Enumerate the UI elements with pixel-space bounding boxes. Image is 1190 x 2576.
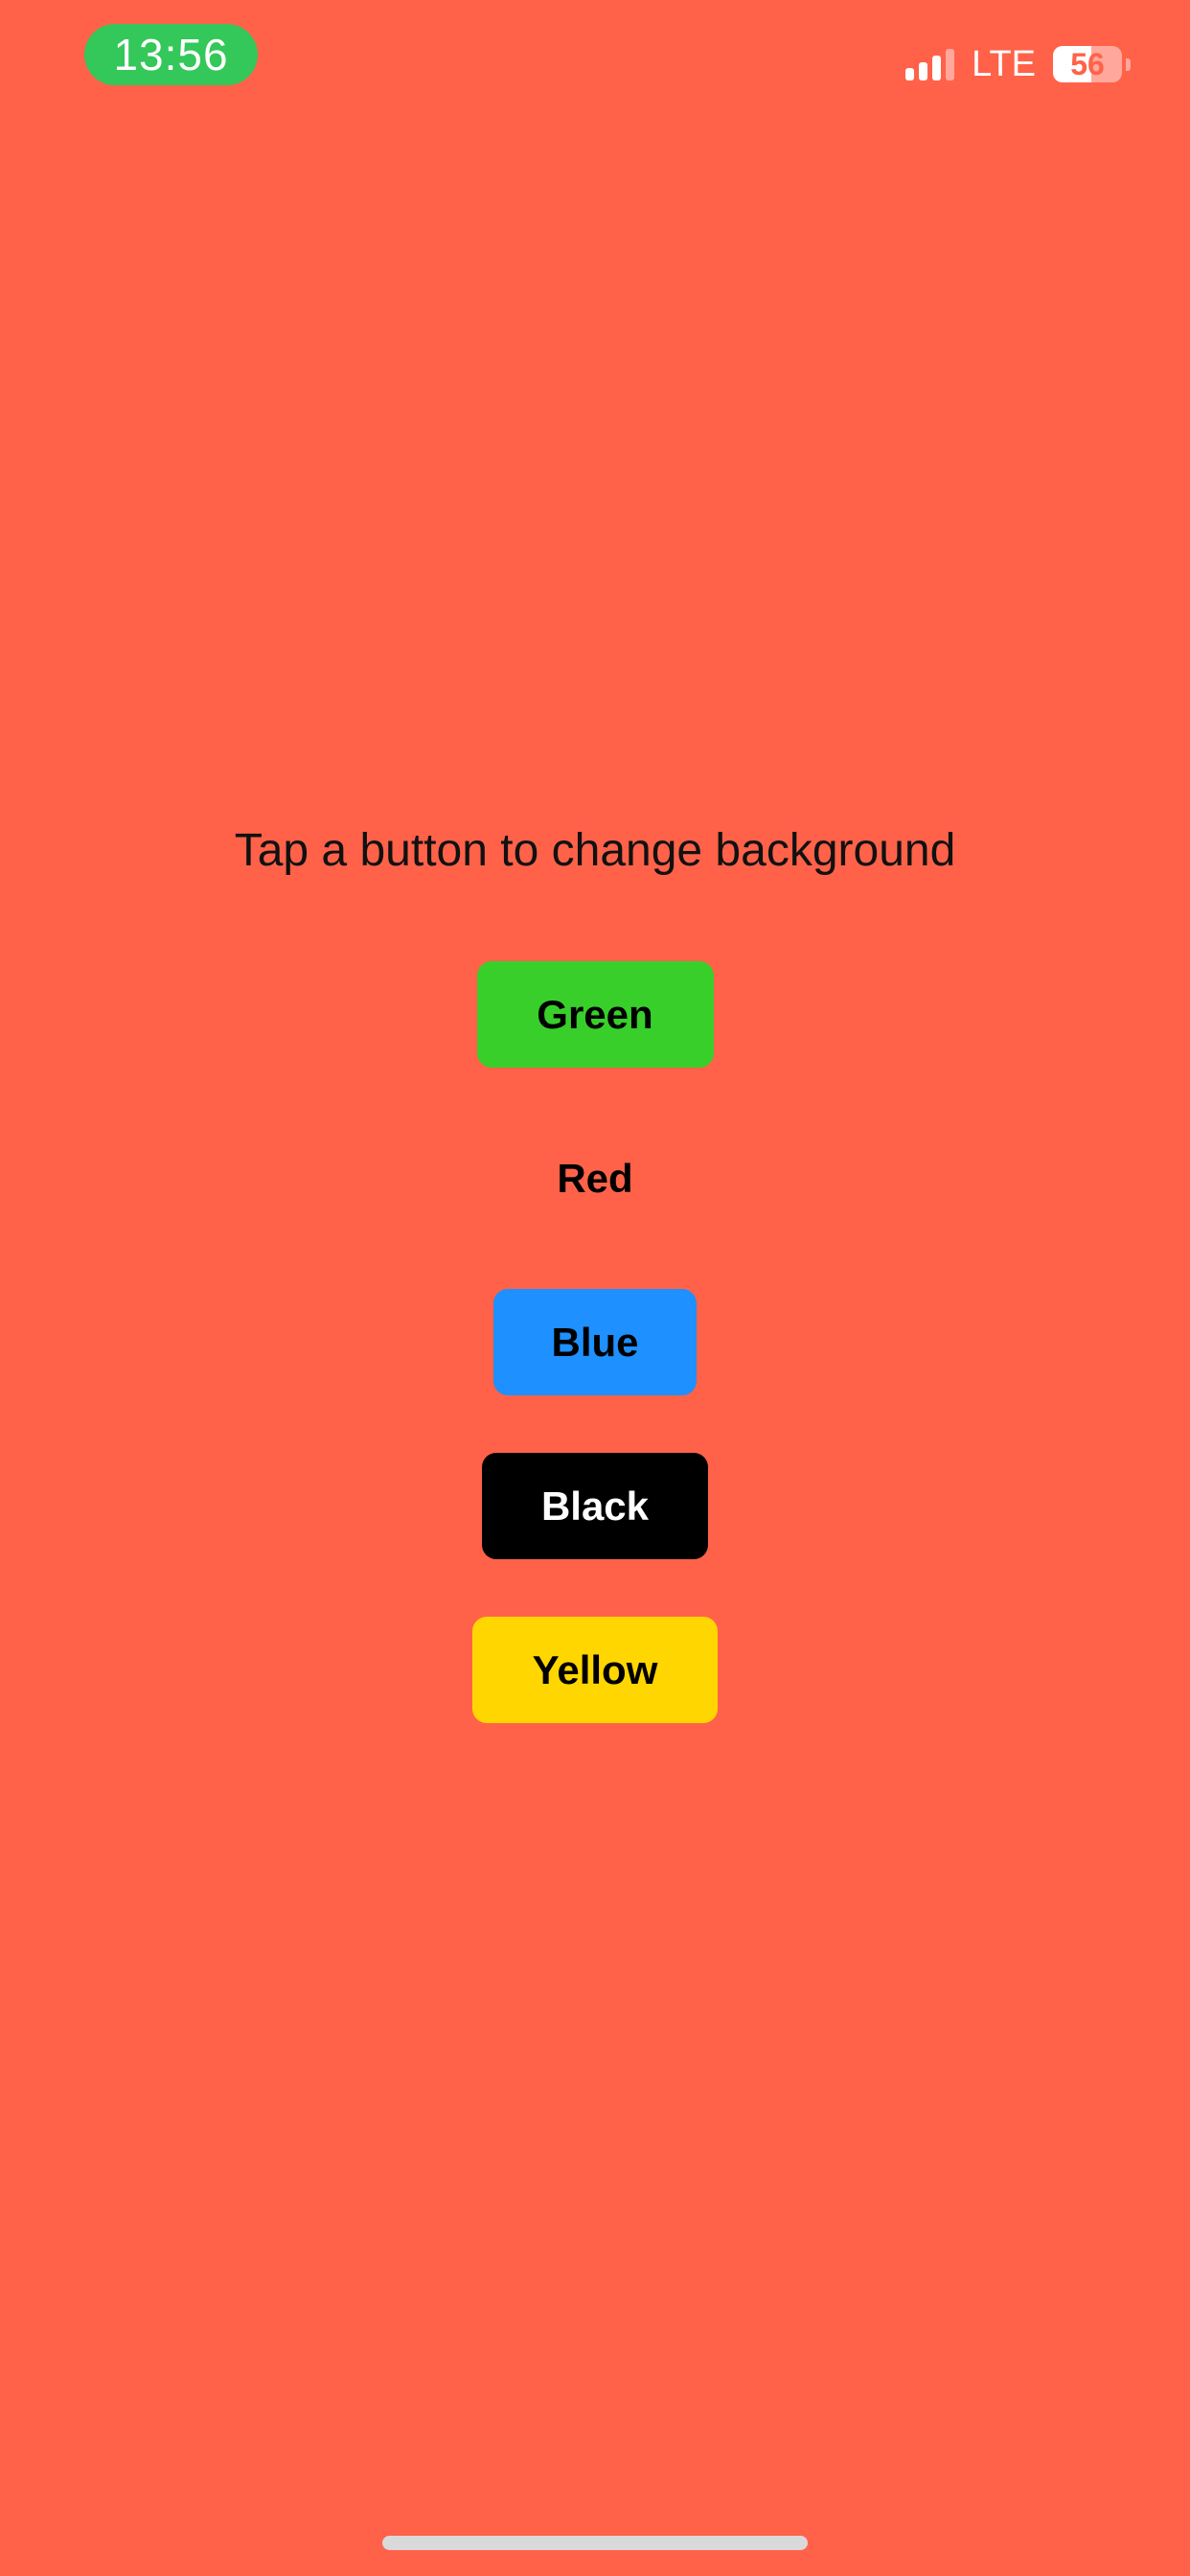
cellular-signal-icon (905, 48, 955, 80)
status-bar-right: LTE 56 (905, 40, 1131, 88)
signal-bar (905, 68, 915, 80)
black-button[interactable]: Black (482, 1453, 708, 1559)
red-button[interactable]: Red (518, 1125, 672, 1231)
status-time-pill[interactable]: 13:56 (84, 24, 258, 85)
app-screen: 13:56 LTE 56 Tap a button to change back… (0, 0, 1190, 2576)
status-time: 13:56 (113, 30, 229, 80)
yellow-button[interactable]: Yellow (472, 1617, 718, 1723)
blue-button[interactable]: Blue (493, 1289, 697, 1395)
network-type-label: LTE (972, 44, 1036, 84)
instruction-text: Tap a button to change background (234, 825, 956, 876)
color-picker-content: Tap a button to change background Green … (0, 822, 1190, 1723)
home-indicator[interactable] (382, 2536, 808, 2550)
battery-icon: 56 (1053, 46, 1122, 82)
green-button[interactable]: Green (476, 961, 714, 1068)
signal-bar (932, 56, 942, 80)
signal-bar (946, 49, 955, 80)
signal-bar (919, 62, 928, 80)
battery-cap (1126, 58, 1131, 71)
battery-level-text: 56 (1070, 46, 1105, 81)
